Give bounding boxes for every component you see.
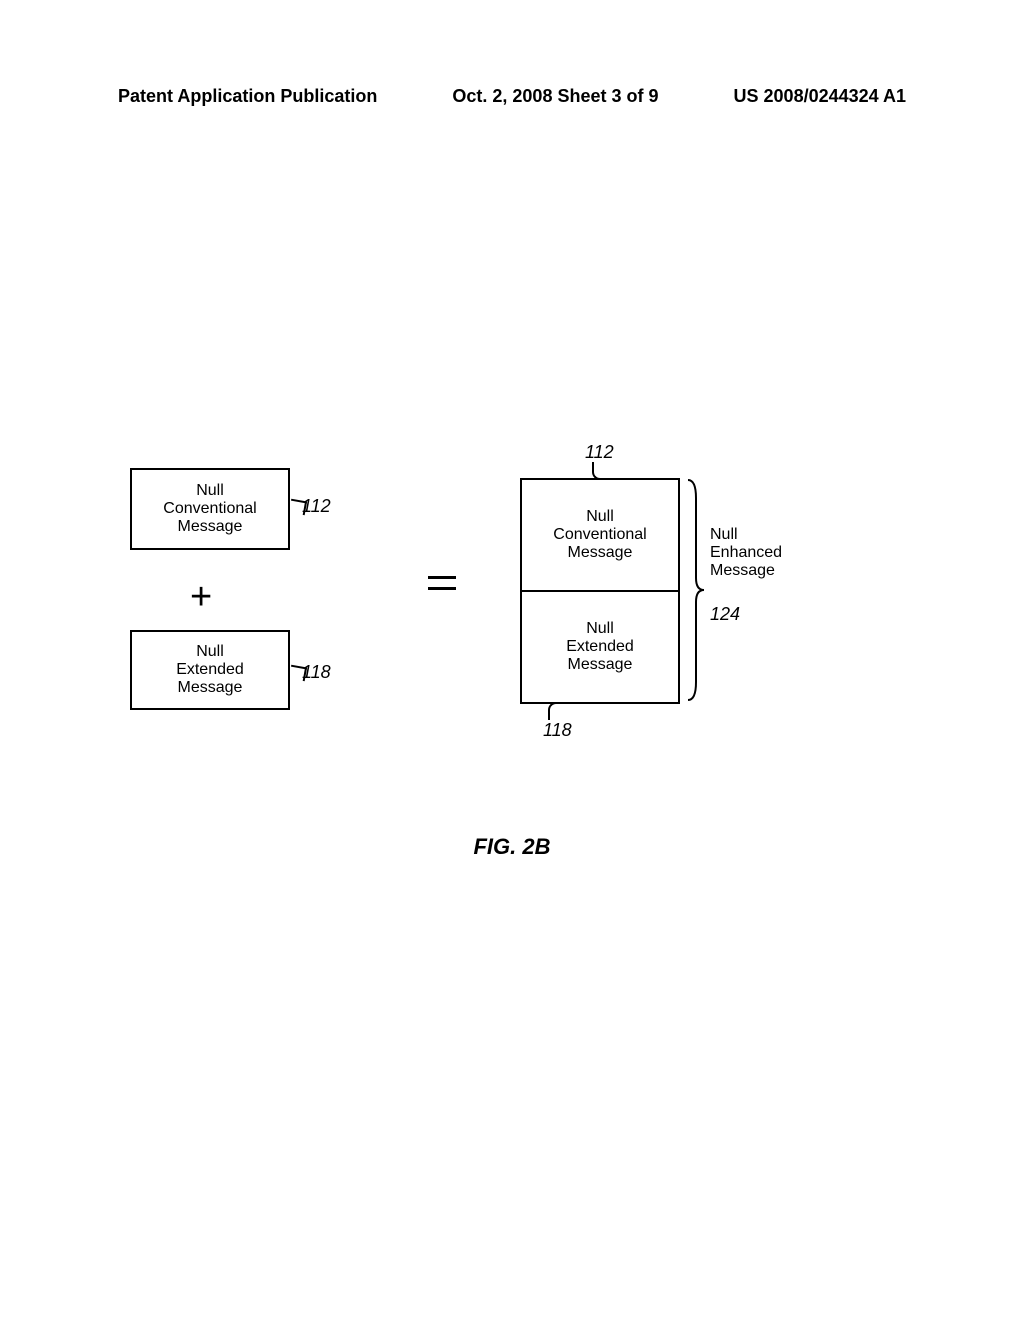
- stack-top-text: Null Conventional Message: [553, 508, 646, 562]
- brace-icon: [686, 478, 704, 702]
- ref-112-left: 112: [302, 496, 331, 517]
- figure-diagram: Null Conventional Message 112 + Null Ext…: [130, 440, 910, 860]
- ref-118-right: 118: [543, 720, 572, 741]
- stacked-box-right: Null Conventional Message Null Extended …: [520, 478, 680, 704]
- hook-icon: [548, 702, 558, 720]
- ref-118-right-text: 118: [543, 720, 572, 740]
- ref-118-left: 118: [302, 662, 331, 683]
- ref-112-left-text: 112: [302, 496, 331, 516]
- ref-118-left-text: 118: [302, 662, 331, 682]
- box-nc-left-text: Null Conventional Message: [163, 482, 256, 536]
- box-null-extended-right: Null Extended Message: [522, 592, 678, 702]
- box-null-conventional-right: Null Conventional Message: [522, 480, 678, 590]
- box-null-conventional-left: Null Conventional Message: [130, 468, 290, 550]
- label-null-enhanced: Null Enhanced Message: [710, 526, 782, 580]
- stack-bottom-text: Null Extended Message: [566, 620, 634, 674]
- box-null-extended-left: Null Extended Message: [130, 630, 290, 710]
- ref-112-right-text: 112: [585, 442, 614, 462]
- figure-caption-text: FIG. 2B: [473, 834, 550, 859]
- header-center: Oct. 2, 2008 Sheet 3 of 9: [452, 86, 658, 107]
- header-right: US 2008/0244324 A1: [734, 86, 906, 107]
- ref-124: 124: [710, 604, 740, 625]
- ref-112-right: 112: [585, 442, 614, 463]
- header-left: Patent Application Publication: [118, 86, 377, 107]
- plus-icon: +: [190, 576, 212, 619]
- box-ne-left-text: Null Extended Message: [176, 643, 244, 697]
- ref-124-text: 124: [710, 604, 740, 624]
- label-enhanced-text: Null Enhanced Message: [710, 526, 782, 579]
- page-header: Patent Application Publication Oct. 2, 2…: [0, 86, 1024, 107]
- equals-icon: [428, 576, 456, 590]
- figure-caption: FIG. 2B: [0, 834, 1024, 860]
